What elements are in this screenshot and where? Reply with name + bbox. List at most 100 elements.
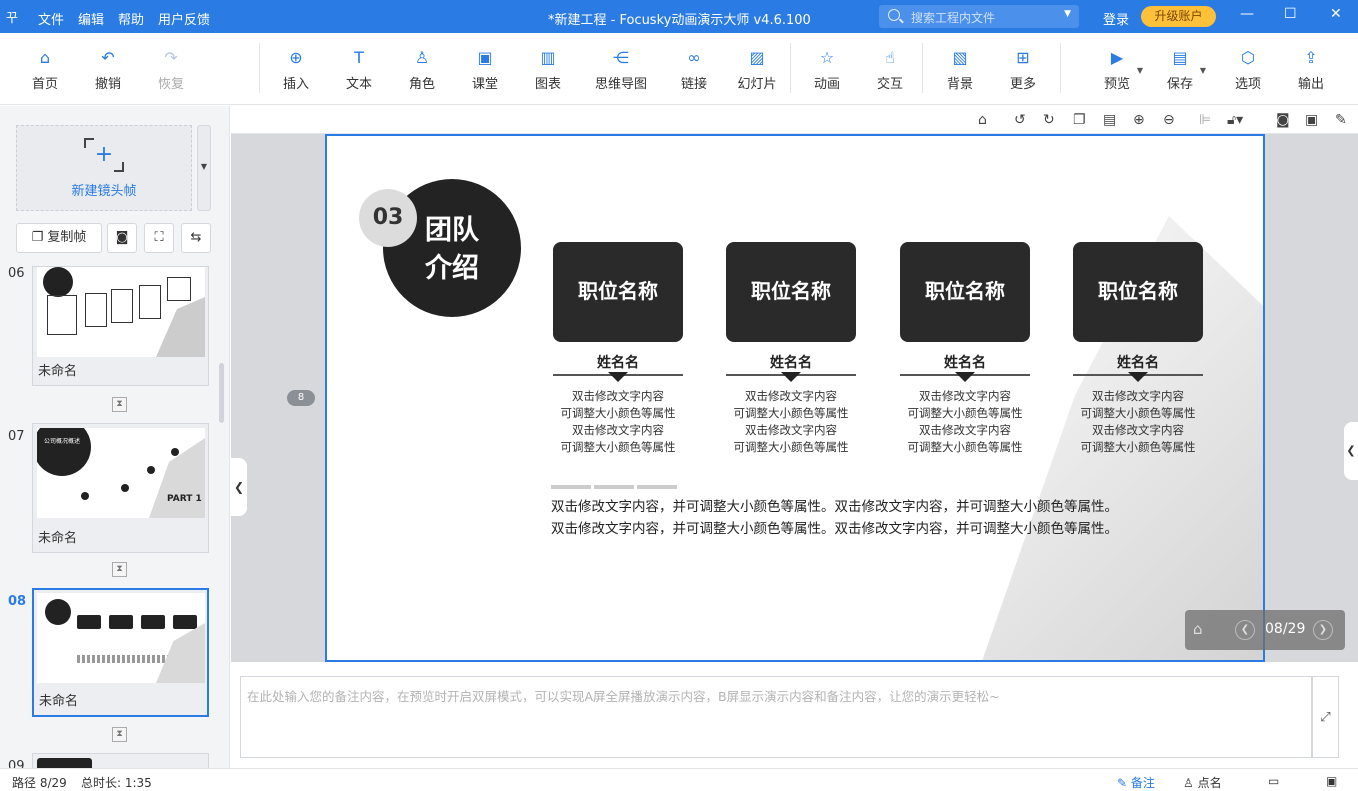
notes-toggle[interactable]: ✎ 备注: [1117, 774, 1155, 791]
preview-button[interactable]: ▶ 预览 ▼: [1089, 48, 1145, 92]
preview-icon: ▶: [1110, 48, 1124, 67]
divider: [790, 43, 791, 93]
member-name: 姓名名: [944, 355, 986, 371]
frame-thumb-06[interactable]: 未命名: [32, 266, 209, 386]
expand-icon[interactable]: ⤢: [1312, 676, 1339, 758]
screenshot-icon[interactable]: ▣: [1305, 112, 1318, 128]
chevron-down-icon[interactable]: ▼: [197, 125, 211, 211]
paste-icon[interactable]: ▤: [1103, 112, 1116, 128]
frame-thumb-08[interactable]: 未命名: [32, 588, 209, 717]
plus-icon: +: [84, 138, 124, 172]
hand-icon: ☝: [885, 48, 895, 67]
search-input[interactable]: 搜索工程内文件 ▼: [879, 5, 1079, 28]
transition-icon[interactable]: ⧗: [112, 562, 127, 577]
rollcall-button[interactable]: ♙ 点名: [1183, 774, 1222, 791]
close-icon[interactable]: ✕: [1330, 6, 1342, 22]
redo-button[interactable]: ↷ 恢复: [143, 48, 199, 92]
edit-icon[interactable]: ✎: [1335, 112, 1347, 128]
interaction-label: 交互: [876, 77, 903, 92]
copy-icon[interactable]: ❐: [1073, 112, 1086, 128]
mindmap-button[interactable]: ⋲ 思维导图: [590, 48, 652, 92]
interaction-button[interactable]: ☝ 交互: [862, 48, 918, 92]
frame-number: 06: [8, 266, 25, 281]
team-card[interactable]: 职位名称 姓名名 双击修改文字内容 可调整大小颜色等属性 双击修改文字内容 可调整大小…: [726, 242, 856, 456]
home-label: 首页: [31, 77, 58, 92]
layout-icon[interactable]: ▣: [1326, 774, 1337, 788]
menu-help[interactable]: 帮助: [118, 9, 144, 28]
frame-thumb-07[interactable]: 公司概况概述 PART 1 未命名: [32, 423, 209, 553]
background-button[interactable]: ▧ 背景: [932, 48, 988, 92]
animation-button[interactable]: ☆ 动画: [799, 48, 855, 92]
menu-edit[interactable]: 编辑: [78, 9, 104, 28]
align-icon[interactable]: ⊫: [1199, 112, 1211, 128]
text-button[interactable]: T 文本: [331, 48, 387, 92]
menu-feedback[interactable]: 用户反馈: [158, 9, 210, 28]
link-button[interactable]: ∞ 链接: [666, 48, 722, 92]
redo-icon: ↷: [164, 48, 178, 67]
login-button[interactable]: 登录: [1103, 9, 1129, 28]
rotate-left-icon[interactable]: ↺: [1014, 112, 1026, 128]
camera-icon[interactable]: ◙: [1276, 112, 1290, 128]
chart-button[interactable]: ▥ 图表: [520, 48, 576, 92]
camera-button[interactable]: ◙: [107, 223, 137, 253]
transition-icon[interactable]: ⧗: [112, 727, 127, 742]
undo-button[interactable]: ↶ 撤销: [80, 48, 136, 92]
save-icon: ▤: [1172, 48, 1188, 67]
home-button[interactable]: ⌂ 首页: [17, 48, 73, 92]
new-frame-button[interactable]: + 新建镜头帧: [16, 125, 192, 211]
minimize-icon[interactable]: —: [1240, 6, 1254, 22]
divider: [259, 43, 260, 93]
options-button[interactable]: ⬡ 选项: [1220, 48, 1276, 92]
duration-status: 总时长: 1:35: [81, 776, 152, 790]
home-icon[interactable]: ⌂: [978, 112, 987, 128]
home-icon[interactable]: ⌂: [1193, 620, 1213, 640]
more-button[interactable]: ⊞ 更多: [995, 48, 1051, 92]
zoom-in-icon[interactable]: ⊕: [1133, 112, 1145, 128]
prev-icon[interactable]: ❮: [1235, 620, 1255, 640]
body-text[interactable]: 双击修改文字内容，并可调整大小颜色等属性。双击修改文字内容，并可调整大小颜色等属…: [551, 496, 1118, 540]
body-line-2: 双击修改文字内容，并可调整大小颜色等属性。双击修改文字内容，并可调整大小颜色等属…: [551, 521, 1118, 537]
menu-file[interactable]: 文件: [38, 9, 64, 28]
zoom-out-icon[interactable]: ⊖: [1163, 112, 1175, 128]
capture-button[interactable]: ⛶: [144, 223, 174, 253]
chevron-down-icon[interactable]: ▼: [1064, 9, 1071, 19]
save-button[interactable]: ▤ 保存 ▼: [1152, 48, 1208, 92]
frame-thumb-09[interactable]: [32, 753, 209, 768]
chevron-down-icon[interactable]: ▼: [1137, 66, 1143, 75]
chevron-down-icon[interactable]: ▼: [1200, 66, 1206, 75]
lock-icon[interactable]: 🔓︎▾: [1227, 112, 1243, 128]
home-icon: ⌂: [39, 48, 51, 67]
transition-icon[interactable]: ⧗: [112, 397, 127, 412]
maximize-icon[interactable]: ☐: [1284, 6, 1297, 22]
copy-frame-button[interactable]: ❐ 复制帧: [16, 223, 102, 253]
classroom-label: 课堂: [471, 77, 498, 92]
collapse-panel-button[interactable]: ❮: [231, 458, 247, 516]
upgrade-button[interactable]: 升级账户: [1141, 6, 1216, 27]
notes-input[interactable]: 在此处输入您的备注内容，在预览时开启双屏模式，可以实现A屏全屏播放演示内容，B屏…: [240, 676, 1312, 758]
rotate-right-icon[interactable]: ↻: [1043, 112, 1055, 128]
preview-label: 预览: [1103, 77, 1130, 92]
expand-right-panel-button[interactable]: ❮: [1344, 422, 1358, 480]
team-card[interactable]: 职位名称 姓名名 双击修改文字内容 可调整大小颜色等属性 双击修改文字内容 可调整大小…: [900, 242, 1030, 456]
member-name: 姓名名: [1117, 355, 1159, 371]
next-icon[interactable]: ❯: [1313, 620, 1333, 640]
slide-canvas[interactable]: 团队 介绍 03 职位名称 姓名名 双击修改文字内容 可调整大小颜色等属性 双击修改…: [325, 134, 1265, 662]
screen-icon[interactable]: ▭: [1268, 774, 1279, 788]
section-number[interactable]: 03: [359, 189, 417, 247]
notes-placeholder: 在此处输入您的备注内容，在预览时开启双屏模式，可以实现A屏全屏播放演示内容，B屏…: [247, 689, 1000, 704]
team-card[interactable]: 职位名称 姓名名 双击修改文字内容 可调整大小颜色等属性 双击修改文字内容 可调整大小…: [1073, 242, 1203, 456]
divider: [553, 372, 683, 382]
swap-button[interactable]: ⇆: [181, 223, 211, 253]
team-card[interactable]: 职位名称 姓名名 双击修改文字内容 可调整大小颜色等属性 双击修改文字内容 可调整大小…: [553, 242, 683, 456]
position-title: 职位名称: [553, 242, 683, 342]
role-button[interactable]: ♙ 角色: [394, 48, 450, 92]
scrollbar[interactable]: [219, 363, 224, 423]
insert-button[interactable]: ⊕ 插入: [268, 48, 324, 92]
export-button[interactable]: ⇪ 输出: [1283, 48, 1339, 92]
title-line-2: 介绍: [425, 253, 479, 284]
classroom-button[interactable]: ▣ 课堂: [457, 48, 513, 92]
redo-label: 恢复: [157, 77, 184, 92]
slides-button[interactable]: ▨ 幻灯片: [729, 48, 785, 92]
app-logo-icon: 꾸: [6, 11, 18, 26]
person-icon: ♙: [1183, 776, 1198, 790]
